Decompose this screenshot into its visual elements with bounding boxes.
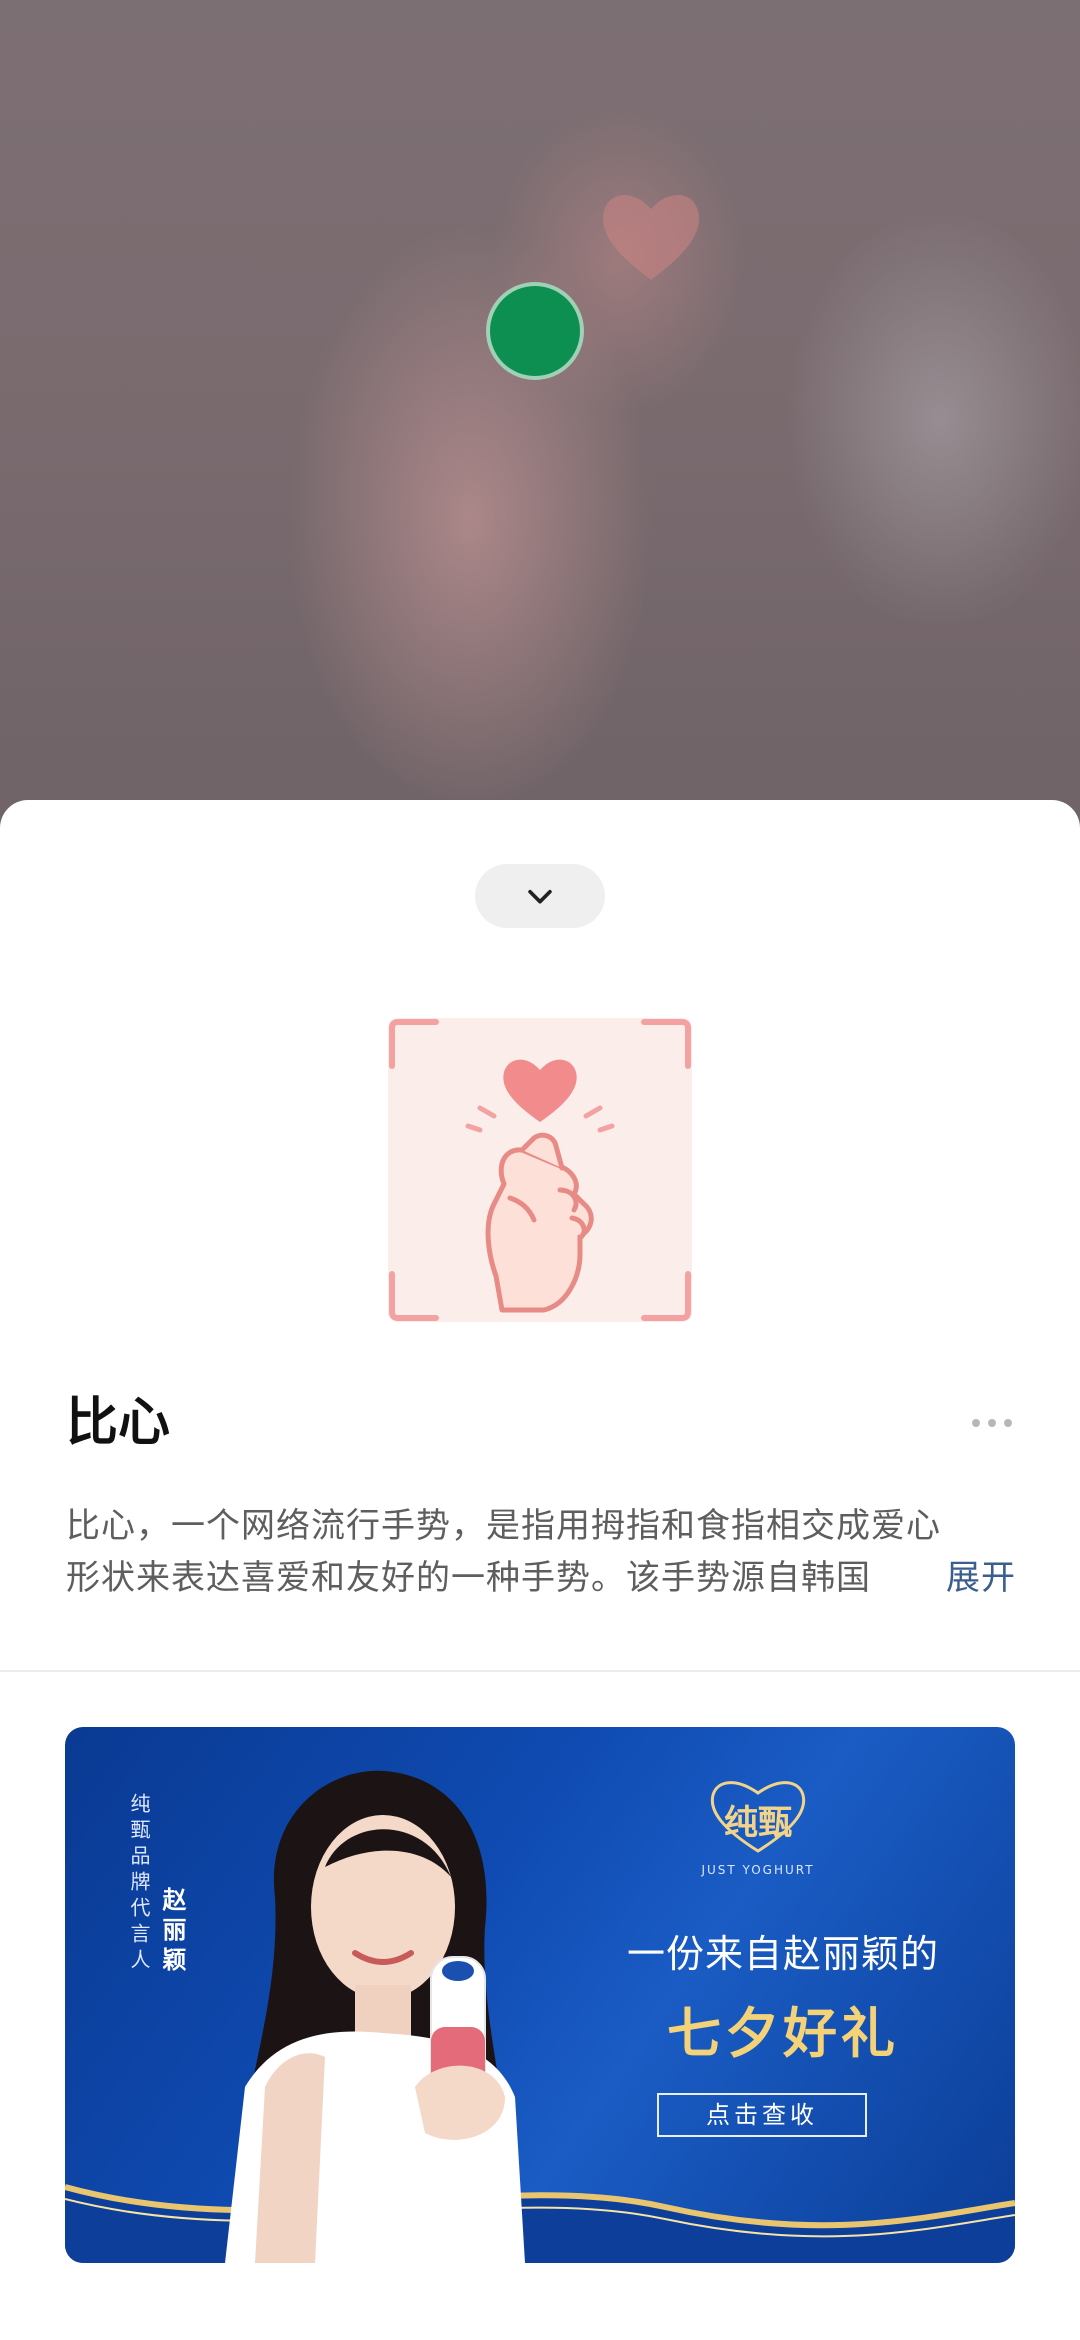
expand-link[interactable]: 展开 (942, 1552, 1016, 1604)
spokesperson-name: 赵丽颖 (158, 1887, 186, 1977)
finger-heart-illustration (388, 1018, 692, 1322)
gesture-sheet: 比心 比心，一个网络流行手势，是指用拇指和食指相交成爱心 形状来表达喜爱和友好的… (0, 800, 1080, 2340)
heart-icon (603, 195, 699, 280)
description-line-text: 形状来表达喜爱和友好的一种手势。该手势源自韩国 (66, 1558, 871, 1598)
brand-logo-text: 纯甄 (724, 1803, 792, 1843)
detection-indicator (486, 282, 584, 380)
spokesperson-caption: 纯甄品牌代言人 (127, 1793, 151, 1975)
description-line: 形状来表达喜爱和友好的一种手势。该手势源自韩国 展开 (66, 1552, 1016, 1604)
gesture-title: 比心 (66, 1393, 171, 1453)
brand-subtitle: JUST YOGHURT (701, 1863, 815, 1877)
collapse-sheet-button[interactable] (475, 864, 605, 928)
more-dot-icon (988, 1419, 996, 1427)
chevron-down-icon (528, 889, 552, 904)
ad-headline-line1: 一份来自赵丽颖的 (626, 1932, 939, 1976)
camera-preview (0, 0, 1080, 830)
ad-cta-button[interactable]: 点击查收 (657, 2093, 867, 2137)
more-dot-icon (972, 1419, 980, 1427)
ad-banner[interactable]: 纯甄品牌代言人 赵丽颖 纯甄 JUST YOGHURT 一份来自赵丽颖的 七夕好… (65, 1727, 1015, 2263)
spokesperson-image (225, 1770, 525, 2263)
description-line: 比心，一个网络流行手势，是指用拇指和食指相交成爱心 (66, 1506, 941, 1546)
gesture-detail-page: 比心 比心，一个网络流行手势，是指用拇指和食指相交成爱心 形状来表达喜爱和友好的… (0, 0, 1080, 2340)
more-options-button[interactable] (972, 1412, 1012, 1434)
text-fade (892, 1552, 932, 1604)
divider (0, 1670, 1080, 1672)
ad-headline-line2: 七夕好礼 (667, 2002, 899, 2065)
gesture-description: 比心，一个网络流行手势，是指用拇指和食指相交成爱心 形状来表达喜爱和友好的一种手… (66, 1500, 1016, 1604)
more-dot-icon (1004, 1419, 1012, 1427)
